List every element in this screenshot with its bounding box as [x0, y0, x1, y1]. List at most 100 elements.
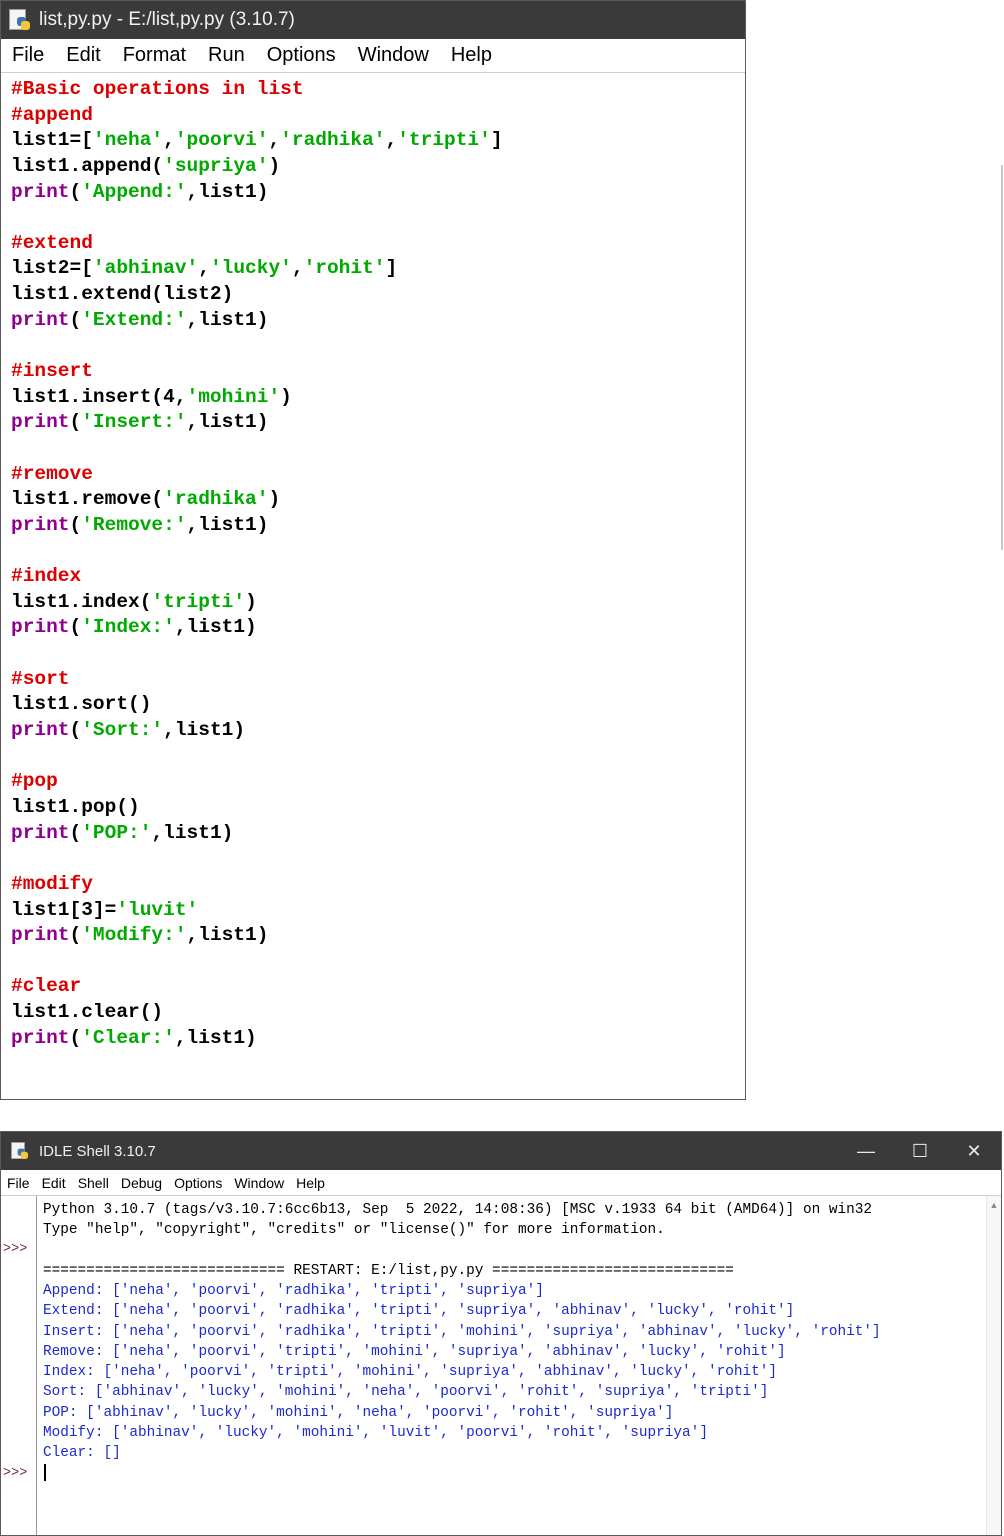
- code-token: 'mohini': [186, 385, 281, 408]
- code-line[interactable]: list2=['abhinav','lucky','rohit']: [11, 256, 745, 282]
- code-token: 'tripti': [397, 129, 491, 152]
- editor-menu-bar: File Edit Format Run Options Window Help: [1, 39, 745, 73]
- code-line[interactable]: #index: [11, 564, 745, 590]
- shell-menu-options[interactable]: Options: [168, 1175, 228, 1191]
- code-token: (: [69, 180, 82, 203]
- minimize-button[interactable]: —: [839, 1132, 893, 1170]
- code-line[interactable]: #Basic operations in list: [11, 77, 745, 103]
- code-token: ,list1): [174, 616, 257, 639]
- code-line[interactable]: list1.sort(): [11, 692, 745, 718]
- code-line[interactable]: print('Insert:',list1): [11, 410, 745, 436]
- code-token: list1.append(: [11, 154, 164, 177]
- shell-output[interactable]: Python 3.10.7 (tags/v3.10.7:6cc6b13, Sep…: [43, 1200, 985, 1463]
- code-line[interactable]: [11, 949, 745, 975]
- menu-options[interactable]: Options: [256, 44, 347, 67]
- shell-output-line: [43, 1241, 985, 1261]
- code-token: list1[3]=: [11, 898, 117, 921]
- code-token: list1.insert(4,: [11, 385, 187, 408]
- code-token: 'tripti': [151, 590, 246, 613]
- code-token: ,list1): [186, 180, 269, 203]
- code-line[interactable]: [11, 436, 745, 462]
- code-line[interactable]: print('Remove:',list1): [11, 513, 745, 539]
- code-token: 'radhika': [163, 488, 269, 511]
- code-line[interactable]: list1.index('tripti'): [11, 590, 745, 616]
- close-button[interactable]: ✕: [947, 1132, 1001, 1170]
- code-line[interactable]: print('Modify:',list1): [11, 923, 745, 949]
- code-token: (: [69, 924, 82, 947]
- code-line[interactable]: print('Sort:',list1): [11, 718, 745, 744]
- menu-edit[interactable]: Edit: [55, 44, 111, 67]
- code-line[interactable]: #extend: [11, 231, 745, 257]
- shell-menu-edit[interactable]: Edit: [36, 1175, 72, 1191]
- code-token: #index: [11, 565, 82, 588]
- shell-title-bar[interactable]: IDLE Shell 3.10.7 — ☐ ✕: [1, 1132, 1001, 1170]
- code-token: 'abhinav': [92, 257, 199, 280]
- menu-format[interactable]: Format: [112, 44, 197, 67]
- shell-menu-shell[interactable]: Shell: [72, 1175, 115, 1191]
- code-token: (: [69, 616, 82, 639]
- code-line[interactable]: #pop: [11, 769, 745, 795]
- code-line[interactable]: [11, 641, 745, 667]
- code-token: 'poorvi': [174, 129, 269, 152]
- code-token: 'Sort:': [81, 719, 164, 742]
- code-line[interactable]: list1.remove('radhika'): [11, 487, 745, 513]
- code-token: (: [69, 513, 82, 536]
- code-token: 'Extend:': [81, 308, 187, 331]
- prompt-gutter: >>> >>>: [1, 1196, 37, 1535]
- editor-title: list,py.py - E:/list,py.py (3.10.7): [39, 9, 295, 30]
- code-line[interactable]: list1[3]='luvit': [11, 898, 745, 924]
- code-line[interactable]: print('Clear:',list1): [11, 1026, 745, 1052]
- code-token: 'POP:': [81, 821, 152, 844]
- maximize-button[interactable]: ☐: [893, 1132, 947, 1170]
- menu-help[interactable]: Help: [440, 44, 503, 67]
- code-token: print: [11, 180, 70, 203]
- background-window-edge: [1001, 165, 1003, 550]
- code-line[interactable]: list1.pop(): [11, 795, 745, 821]
- code-line[interactable]: list1.insert(4,'mohini'): [11, 385, 745, 411]
- shell-scrollbar[interactable]: ▲: [986, 1196, 1001, 1535]
- shell-output-line: Extend: ['neha', 'poorvi', 'radhika', 't…: [43, 1303, 795, 1320]
- code-line[interactable]: print('Index:',list1): [11, 615, 745, 641]
- code-line[interactable]: list1.clear(): [11, 1000, 745, 1026]
- code-token: ,list1): [174, 1026, 257, 1049]
- shell-prompt: >>>: [3, 1466, 28, 1481]
- code-line[interactable]: #remove: [11, 462, 745, 488]
- code-token: 'luvit': [116, 898, 199, 921]
- code-token: ,: [163, 129, 175, 152]
- code-line[interactable]: [11, 333, 745, 359]
- shell-menu-debug[interactable]: Debug: [115, 1175, 168, 1191]
- text-cursor: [44, 1464, 46, 1481]
- scroll-up-icon[interactable]: ▲: [987, 1200, 1001, 1210]
- code-token: print: [11, 821, 70, 844]
- code-line[interactable]: [11, 205, 745, 231]
- code-line[interactable]: #insert: [11, 359, 745, 385]
- code-editor[interactable]: #Basic operations in list #append list1=['…: [1, 73, 745, 1099]
- code-line[interactable]: print('POP:',list1): [11, 821, 745, 847]
- code-line[interactable]: list1.extend(list2): [11, 282, 745, 308]
- code-line[interactable]: #sort: [11, 667, 745, 693]
- code-token: list1.clear(): [11, 1001, 164, 1024]
- python-file-icon: [9, 9, 31, 31]
- code-line[interactable]: #append: [11, 103, 745, 129]
- editor-title-bar[interactable]: list,py.py - E:/list,py.py (3.10.7): [1, 1, 745, 39]
- menu-run[interactable]: Run: [197, 44, 256, 67]
- code-line[interactable]: [11, 539, 745, 565]
- code-line[interactable]: print('Append:',list1): [11, 180, 745, 206]
- code-line[interactable]: [11, 846, 745, 872]
- code-line[interactable]: #clear: [11, 974, 745, 1000]
- code-token: list1.pop(): [11, 795, 140, 818]
- shell-title: IDLE Shell 3.10.7: [39, 1142, 156, 1160]
- shell-menu-window[interactable]: Window: [228, 1175, 290, 1191]
- code-token: #Basic operations in list: [11, 78, 304, 100]
- code-line[interactable]: [11, 744, 745, 770]
- menu-file[interactable]: File: [1, 44, 55, 67]
- code-line[interactable]: #modify: [11, 872, 745, 898]
- code-line[interactable]: print('Extend:',list1): [11, 308, 745, 334]
- shell-menu-file[interactable]: File: [1, 1175, 36, 1191]
- shell-menu-help[interactable]: Help: [290, 1175, 331, 1191]
- code-token: list1=[: [11, 129, 93, 152]
- menu-window[interactable]: Window: [347, 44, 440, 67]
- code-line[interactable]: list1.append('supriya'): [11, 154, 745, 180]
- code-line[interactable]: list1=['neha','poorvi','radhika','tripti…: [11, 128, 745, 154]
- code-token: ,list1): [151, 821, 234, 844]
